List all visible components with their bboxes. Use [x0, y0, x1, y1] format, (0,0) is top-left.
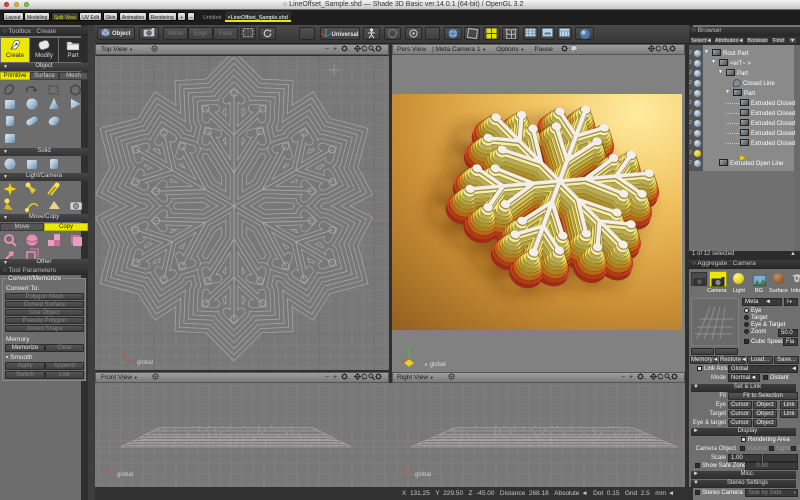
- svg-text:global: global: [137, 360, 153, 366]
- svg-text:global: global: [117, 472, 133, 478]
- svg-text:global: global: [415, 472, 431, 478]
